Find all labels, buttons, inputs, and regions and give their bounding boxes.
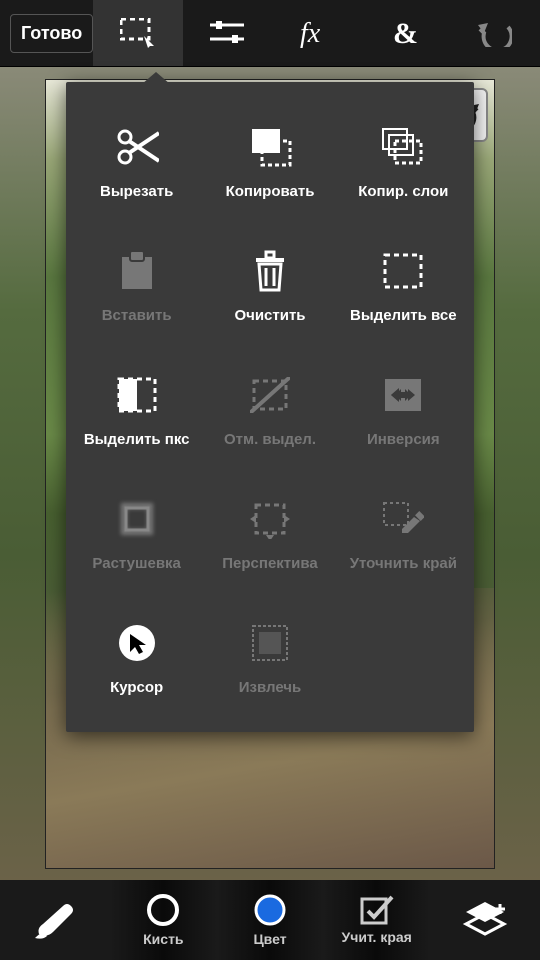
brush-setting-label: Кисть	[143, 931, 183, 947]
cursor-label: Курсор	[110, 679, 163, 696]
paste-label: Вставить	[102, 307, 172, 324]
checkbox-icon	[360, 895, 394, 925]
color-setting-label: Цвет	[253, 931, 286, 947]
paste-item[interactable]: Вставить	[70, 224, 203, 348]
cursor-item[interactable]: Курсор	[70, 596, 203, 720]
svg-text:fx: fx	[300, 18, 321, 48]
undo-icon	[478, 19, 512, 47]
deselect-item[interactable]: Отм. выдел.	[203, 348, 336, 472]
feather-item[interactable]: Растушевка	[70, 472, 203, 596]
inverse-icon	[381, 373, 425, 417]
done-button[interactable]: Готово	[10, 14, 93, 53]
ampersand-tab[interactable]: &	[361, 0, 450, 66]
cut-label: Вырезать	[100, 183, 173, 200]
select-px-item[interactable]: Выделить пкс	[70, 348, 203, 472]
extract-icon	[248, 621, 292, 665]
scissors-icon	[115, 125, 159, 169]
copy-icon	[248, 125, 292, 169]
perspective-label: Перспектива	[222, 555, 317, 572]
fx-tab[interactable]: fx	[272, 0, 361, 66]
copy-layers-icon	[381, 125, 425, 169]
clipboard-icon	[115, 249, 159, 293]
select-px-label: Выделить пкс	[84, 431, 190, 448]
selection-tools-tab[interactable]	[93, 0, 182, 66]
dropdown-arrow	[142, 72, 170, 84]
inverse-item[interactable]: Инверсия	[337, 348, 470, 472]
cursor-circle-icon	[115, 621, 159, 665]
layers-icon	[462, 900, 508, 940]
feather-label: Растушевка	[92, 555, 180, 572]
top-toolbar-icons: fx &	[93, 0, 540, 66]
brush-setting-button[interactable]: Кисть	[110, 880, 217, 960]
brush-tool-button[interactable]	[0, 880, 110, 960]
top-toolbar: Готово fx &	[0, 0, 540, 67]
edges-setting-label: Учит. края	[341, 929, 411, 945]
color-circle-icon	[253, 893, 287, 927]
brush-icon	[33, 900, 77, 940]
refine-edge-icon	[381, 497, 425, 541]
perspective-item[interactable]: Перспектива	[203, 472, 336, 596]
refine-edge-item[interactable]: Уточнить край	[337, 472, 470, 596]
deselect-icon	[248, 373, 292, 417]
clear-label: Очистить	[234, 307, 305, 324]
perspective-icon	[248, 497, 292, 541]
copy-label: Копировать	[226, 183, 315, 200]
marquee-edit-icon	[120, 18, 156, 48]
copy-item[interactable]: Копировать	[203, 100, 336, 224]
feather-icon	[115, 497, 159, 541]
extract-item[interactable]: Извлечь	[203, 596, 336, 720]
copy-layers-item[interactable]: Копир. слои	[337, 100, 470, 224]
trash-icon	[248, 249, 292, 293]
extract-label: Извлечь	[239, 679, 302, 696]
bottom-toolbar: Кисть Цвет Учит. края	[0, 880, 540, 960]
adjustments-tab[interactable]	[183, 0, 272, 66]
select-all-item[interactable]: Выделить все	[337, 224, 470, 348]
cut-item[interactable]: Вырезать	[70, 100, 203, 224]
refine-edge-label: Уточнить край	[350, 555, 457, 572]
ampersand-icon: &	[391, 18, 421, 48]
circle-outline-icon	[146, 893, 180, 927]
menu-grid: Вырезать Копировать Копир. слои	[66, 82, 474, 732]
undo-button[interactable]	[451, 0, 540, 66]
select-all-label: Выделить все	[350, 307, 457, 324]
inverse-label: Инверсия	[367, 431, 440, 448]
fx-icon: fx	[300, 18, 334, 48]
layers-button[interactable]	[430, 880, 540, 960]
select-px-icon	[115, 373, 159, 417]
select-all-icon	[381, 249, 425, 293]
deselect-label: Отм. выдел.	[224, 431, 316, 448]
clear-item[interactable]: Очистить	[203, 224, 336, 348]
copy-layers-label: Копир. слои	[358, 183, 448, 200]
sliders-icon	[210, 19, 244, 47]
svg-text:&: &	[393, 18, 418, 48]
edges-setting-button[interactable]: Учит. края	[323, 880, 430, 960]
empty-slot	[337, 596, 470, 720]
selection-dropdown: Вырезать Копировать Копир. слои	[66, 82, 474, 732]
color-setting-button[interactable]: Цвет	[217, 880, 324, 960]
